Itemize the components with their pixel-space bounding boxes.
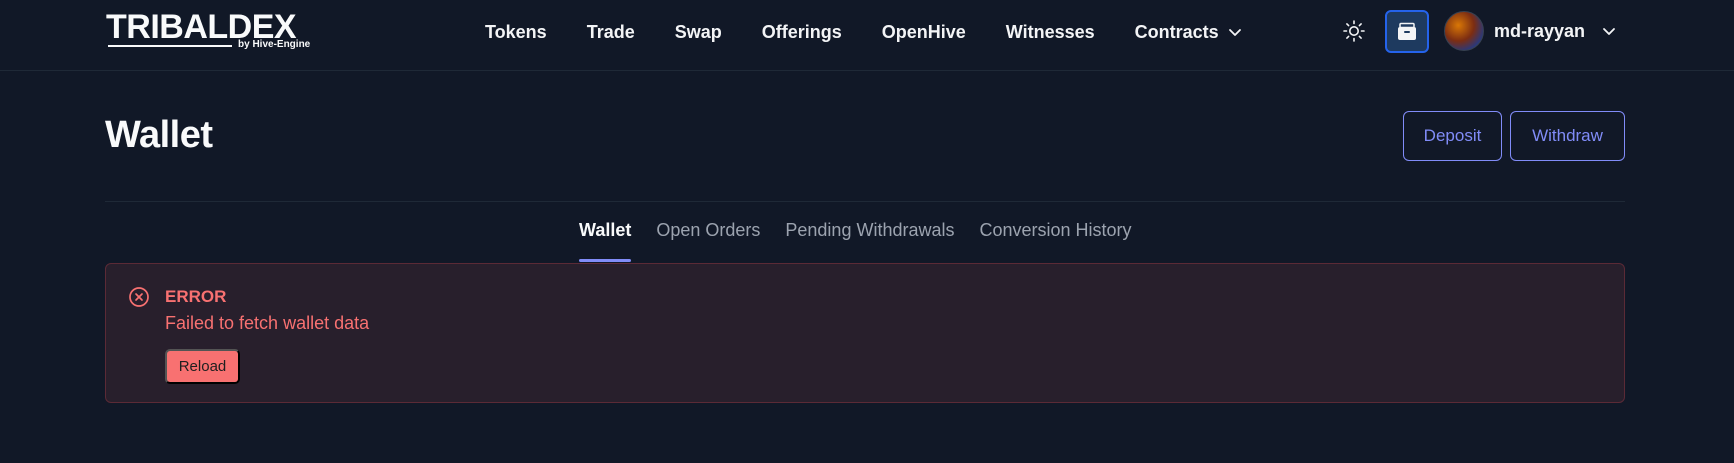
error-alert: ERROR Failed to fetch wallet data Reload xyxy=(105,263,1625,403)
error-x-circle-icon xyxy=(129,287,149,307)
logo-underline xyxy=(108,45,232,47)
tab-open-orders[interactable]: Open Orders xyxy=(656,220,760,262)
tab-conversion-history[interactable]: Conversion History xyxy=(979,220,1131,262)
nav-label-tokens: Tokens xyxy=(485,21,547,42)
reload-button[interactable]: Reload xyxy=(165,349,240,384)
logo-tagline: by Hive-Engine xyxy=(238,39,311,50)
error-message: Failed to fetch wallet data xyxy=(165,313,370,333)
nav-item-swap[interactable]: Swap xyxy=(675,22,722,43)
chevron-down-icon xyxy=(1228,29,1241,36)
nav-label-contracts: Contracts xyxy=(1134,21,1219,42)
nav-item-openhive[interactable]: OpenHive xyxy=(882,22,966,43)
page-title: Wallet xyxy=(105,114,213,156)
chevron-down-icon xyxy=(1603,28,1615,35)
wallet-button[interactable] xyxy=(1385,10,1429,53)
nav-item-offerings[interactable]: Offerings xyxy=(762,22,842,43)
tribaldex-logo[interactable]: TRIBALDEX by Hive-Engine xyxy=(106,10,310,52)
nav-item-witnesses[interactable]: Witnesses xyxy=(1006,22,1095,43)
nav-item-tokens[interactable]: Tokens xyxy=(485,22,547,43)
withdraw-button[interactable]: Withdraw xyxy=(1510,111,1625,161)
wallet-tabs: Wallet Open Orders Pending Withdrawals C… xyxy=(579,220,1157,262)
tab-pending-withdrawals[interactable]: Pending Withdrawals xyxy=(785,220,954,262)
sun-icon xyxy=(1343,20,1365,42)
top-navbar: TRIBALDEX by Hive-Engine Tokens Trade Sw… xyxy=(0,0,1734,71)
error-title: ERROR xyxy=(165,287,227,306)
nav-label-offerings: Offerings xyxy=(761,21,842,42)
nav-label-openhive: OpenHive xyxy=(881,21,966,42)
deposit-button[interactable]: Deposit xyxy=(1403,111,1502,161)
nav-item-contracts[interactable]: Contracts xyxy=(1135,22,1243,43)
nav-label-trade: Trade xyxy=(586,21,635,42)
avatar xyxy=(1444,11,1484,51)
divider xyxy=(105,201,1625,202)
nav-label-swap: Swap xyxy=(674,21,722,42)
tab-wallet[interactable]: Wallet xyxy=(579,220,632,262)
nav-label-witnesses: Witnesses xyxy=(1005,21,1095,42)
theme-toggle-button[interactable] xyxy=(1342,19,1366,43)
username: md-rayyan xyxy=(1494,20,1586,41)
main-nav: Tokens Trade Swap Offerings OpenHive Wit… xyxy=(485,20,1283,44)
user-menu[interactable]: md-rayyan xyxy=(1444,11,1617,51)
nav-item-trade[interactable]: Trade xyxy=(587,22,635,43)
wallet-icon xyxy=(1398,22,1416,40)
